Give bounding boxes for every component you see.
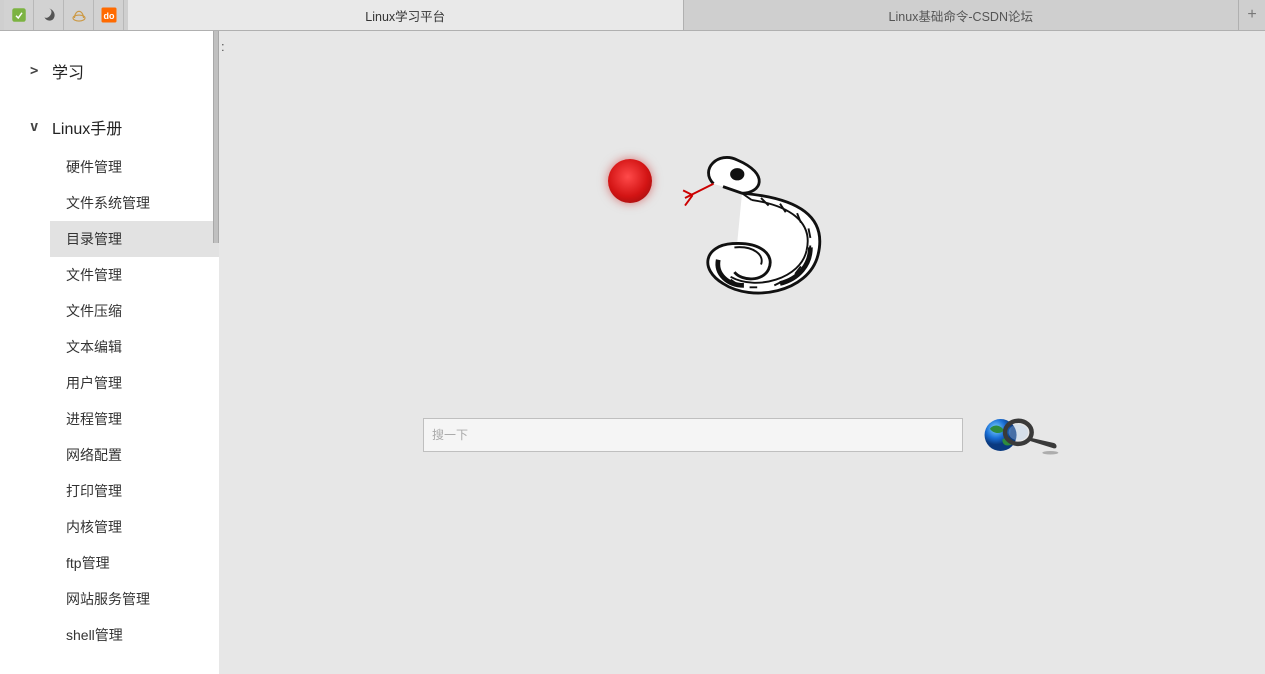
nav-item-hardware[interactable]: 硬件管理 [58,149,219,185]
nav-item-directory[interactable]: 目录管理 [50,221,219,257]
nav-item-shell[interactable]: shell管理 [58,617,219,653]
nav-item-textedit[interactable]: 文本编辑 [58,329,219,365]
nav-item-compress[interactable]: 文件压缩 [58,293,219,329]
nav-item-process[interactable]: 进程管理 [58,401,219,437]
tab-active-label: Linux学习平台 [365,6,445,25]
nav-item-kernel[interactable]: 内核管理 [58,509,219,545]
chevron-right-icon: > [30,63,52,79]
nav-item-print[interactable]: 打印管理 [58,473,219,509]
nav-item-file[interactable]: 文件管理 [58,257,219,293]
main-panel: : [219,31,1265,674]
tab-inactive-label: Linux基础命令-CSDN论坛 [889,6,1033,25]
nav-item-user[interactable]: 用户管理 [58,365,219,401]
nav-item-network[interactable]: 网络配置 [58,437,219,473]
search-input[interactable] [423,418,963,452]
chevron-down-icon: v [30,119,52,135]
nav-subitems-linux: 硬件管理 文件系统管理 目录管理 文件管理 文件压缩 文本编辑 用户管理 进程管… [30,149,219,653]
nav-section-study[interactable]: > 学习 [30,49,219,93]
svg-text:do: do [103,11,114,21]
favicon-3[interactable] [64,0,94,30]
search-globe-icon [981,412,1061,458]
search-row [423,411,1061,459]
search-button[interactable] [981,411,1061,459]
red-dot-icon [608,159,652,203]
nav-section-linux-manual[interactable]: v Linux手册 [30,105,219,149]
tab-inactive[interactable]: Linux基础命令-CSDN论坛 [684,0,1240,30]
nav-item-filesystem[interactable]: 文件系统管理 [58,185,219,221]
tab-add-button[interactable]: + [1239,0,1265,30]
logo [592,141,892,341]
tab-bar: do Linux学习平台 Linux基础命令-CSDN论坛 + [0,0,1265,31]
nav-item-website[interactable]: 网站服务管理 [58,581,219,617]
favicon-1[interactable] [4,0,34,30]
nav-section-examples[interactable]: > 实例 [30,665,219,674]
favicon-2[interactable] [34,0,64,30]
favicon-row: do [0,0,128,30]
drag-handle[interactable]: : [221,39,226,54]
sidebar: > 学习 v Linux手册 硬件管理 文件系统管理 目录管理 文件管理 文件压… [0,31,219,674]
content: > 学习 v Linux手册 硬件管理 文件系统管理 目录管理 文件管理 文件压… [0,31,1265,674]
nav-item-ftp[interactable]: ftp管理 [58,545,219,581]
nav-label-study: 学习 [52,59,84,83]
tab-active[interactable]: Linux学习平台 [128,0,684,30]
nav-label-linux-manual: Linux手册 [52,115,122,139]
snake-icon [646,141,876,331]
favicon-4[interactable]: do [94,0,124,30]
